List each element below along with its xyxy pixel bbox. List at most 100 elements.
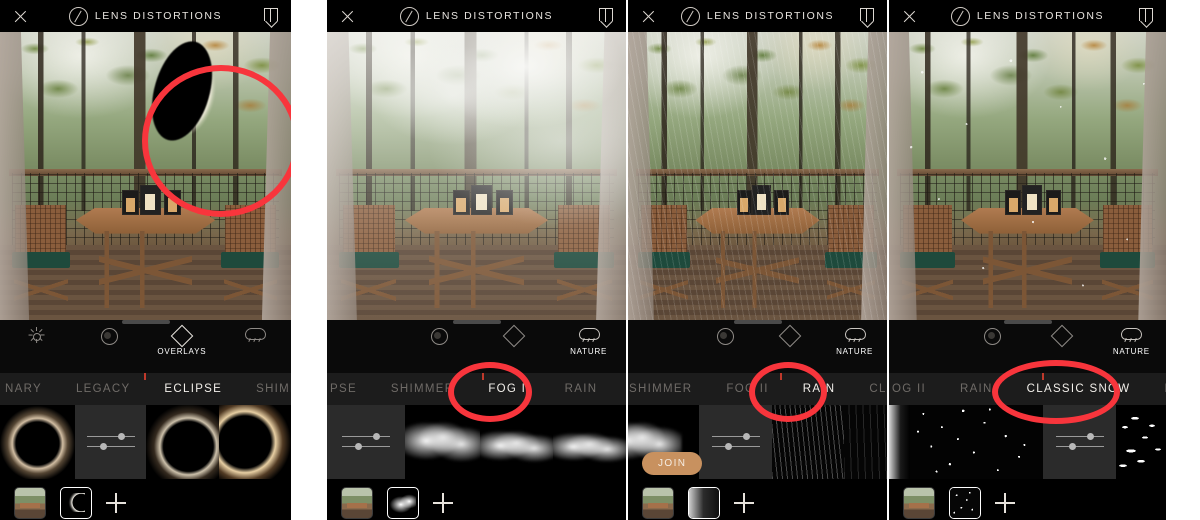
- download-icon: [1139, 7, 1153, 28]
- close-button[interactable]: [889, 9, 929, 24]
- add-layer-button[interactable]: [106, 493, 126, 513]
- tab-legacy[interactable]: LEGACY: [59, 383, 147, 395]
- snow-overlay: [889, 32, 1166, 320]
- export-button[interactable]: [586, 7, 626, 28]
- diamond-icon: [778, 324, 802, 348]
- category-light[interactable]: LIGHT: [327, 328, 402, 355]
- close-icon: [902, 9, 917, 24]
- close-button[interactable]: [327, 9, 367, 24]
- sliders-icon: [711, 431, 760, 453]
- brand-lockup: LENS DISTORTIONS: [40, 6, 251, 26]
- close-icon: [13, 9, 28, 24]
- sun-icon: [28, 327, 45, 343]
- thumb-fog-2[interactable]: [480, 405, 553, 479]
- panel-4-thumbnail-strip[interactable]: [889, 405, 1166, 479]
- category-nature[interactable]: NATURE: [218, 328, 291, 356]
- tab-rain[interactable]: RAIN: [943, 383, 1010, 395]
- thumb-fog-1[interactable]: [405, 405, 480, 479]
- panel-3-canvas[interactable]: [628, 32, 887, 320]
- thumb-rain-edge[interactable]: [889, 405, 910, 479]
- tab-fog-ii[interactable]: FOG II: [709, 383, 785, 395]
- panel-2-preset-tabs[interactable]: PSE SHIMMER FOG II RAIN CLASSIC: [327, 373, 626, 405]
- category-nature-label: NATURE: [836, 347, 874, 356]
- tab-fog-ii[interactable]: OG II: [889, 383, 943, 395]
- export-button[interactable]: [847, 7, 887, 28]
- category-nature[interactable]: NATURE: [551, 328, 626, 356]
- sliders-icon: [342, 431, 390, 453]
- panel-4: LENS DISTORTIONS LIGHT: [889, 0, 1166, 520]
- tab-ethereal-snow[interactable]: ETHEREAL SN: [1147, 383, 1166, 395]
- add-layer-button[interactable]: [433, 493, 453, 513]
- category-nature[interactable]: NATURE: [822, 328, 887, 356]
- panel-2-thumbnail-strip[interactable]: [327, 405, 626, 479]
- category-overlays[interactable]: OVERLAYS: [758, 324, 823, 356]
- category-color[interactable]: COLOR: [958, 328, 1027, 357]
- thumb-adjust-sliders[interactable]: [327, 405, 405, 479]
- drag-handle[interactable]: [733, 320, 782, 324]
- drag-handle[interactable]: [121, 320, 170, 324]
- export-button[interactable]: [1126, 7, 1166, 28]
- category-color[interactable]: COLOR: [73, 328, 146, 357]
- thumb-adjust-sliders[interactable]: [699, 405, 772, 479]
- close-button[interactable]: [628, 9, 668, 24]
- tab-shimmer[interactable]: SHIMMER: [239, 383, 291, 395]
- tab-eclipse[interactable]: ECLIPSE: [147, 383, 239, 395]
- category-overlays[interactable]: OVERLAYS: [146, 324, 219, 356]
- add-layer-button[interactable]: [995, 493, 1015, 513]
- thumb-snow-1[interactable]: [910, 405, 1043, 479]
- thumb-eclipse-1[interactable]: [0, 405, 75, 479]
- layer-snow-overlay[interactable]: [949, 487, 981, 519]
- thumb-eclipse-3[interactable]: [219, 405, 291, 479]
- lens-distortions-logo-icon: [680, 6, 700, 26]
- category-overlays[interactable]: OVERLAYS: [477, 324, 552, 356]
- thumb-eclipse-2[interactable]: [146, 405, 219, 479]
- thumb-rain-2[interactable]: [844, 405, 887, 479]
- tab-shimmer[interactable]: SHIMMER: [374, 383, 471, 395]
- thumb-adjust-sliders[interactable]: [75, 405, 146, 479]
- panel-1-thumbnail-strip[interactable]: [0, 405, 291, 479]
- layer-rain-overlay[interactable]: [688, 487, 720, 519]
- category-color[interactable]: COLOR: [693, 328, 758, 357]
- panel-1-preset-tabs[interactable]: NARY LEGACY ECLIPSE SHIMMER FO: [0, 373, 291, 405]
- tab-fog-ii[interactable]: FOG II: [471, 383, 547, 395]
- layer-base-photo[interactable]: [903, 487, 935, 519]
- tab-visionary[interactable]: NARY: [0, 383, 59, 395]
- tab-classic-snow[interactable]: CLASSIC SNOW: [1010, 383, 1148, 395]
- layer-fog-overlay[interactable]: [387, 487, 419, 519]
- category-light[interactable]: LIGHT: [889, 328, 958, 355]
- category-nature[interactable]: NATURE: [1097, 328, 1166, 356]
- drag-handle[interactable]: [1003, 320, 1052, 324]
- tab-shimmer[interactable]: SHIMMER: [628, 383, 709, 395]
- category-overlays[interactable]: OVERLAYS: [1028, 324, 1097, 356]
- thumb-ethereal-snow[interactable]: [1116, 405, 1166, 479]
- panel-2-canvas[interactable]: [327, 32, 626, 320]
- panel-3-thumbnail-strip[interactable]: JOIN: [628, 405, 887, 479]
- tab-rain[interactable]: RAIN: [548, 383, 615, 395]
- panel-1-canvas[interactable]: [0, 32, 291, 320]
- category-color[interactable]: COLOR: [402, 328, 477, 357]
- add-layer-button[interactable]: [734, 493, 754, 513]
- panel-4-preset-tabs[interactable]: OG II RAIN CLASSIC SNOW ETHEREAL SN: [889, 373, 1166, 405]
- thumb-fog-3[interactable]: [553, 405, 626, 479]
- layer-base-photo[interactable]: [341, 487, 373, 519]
- category-light[interactable]: LIGHT: [0, 327, 73, 355]
- panel-2-header: LENS DISTORTIONS: [327, 0, 626, 32]
- panel-4-canvas[interactable]: [889, 32, 1166, 320]
- tab-eclipse[interactable]: PSE: [327, 383, 374, 395]
- close-icon: [340, 9, 355, 24]
- tab-classic-snow[interactable]: CLASSIC SNOW: [852, 383, 887, 395]
- category-light[interactable]: LIGHT: [628, 328, 693, 355]
- export-button[interactable]: [251, 7, 291, 28]
- close-button[interactable]: [0, 9, 40, 24]
- tab-classic-snow[interactable]: CLASSIC: [614, 383, 626, 395]
- tab-rain[interactable]: RAIN: [786, 383, 853, 395]
- layer-eclipse-overlay[interactable]: [60, 487, 92, 519]
- thumb-adjust-sliders[interactable]: [1043, 405, 1116, 479]
- panel-1-layer-bar: [0, 479, 291, 519]
- thumb-rain-1[interactable]: [772, 405, 844, 479]
- layer-base-photo[interactable]: [14, 487, 46, 519]
- join-button[interactable]: JOIN: [642, 452, 703, 475]
- panel-3-preset-tabs[interactable]: SHIMMER FOG II RAIN CLASSIC SNOW OG: [628, 373, 887, 405]
- layer-base-photo[interactable]: [642, 487, 674, 519]
- drag-handle[interactable]: [452, 320, 501, 324]
